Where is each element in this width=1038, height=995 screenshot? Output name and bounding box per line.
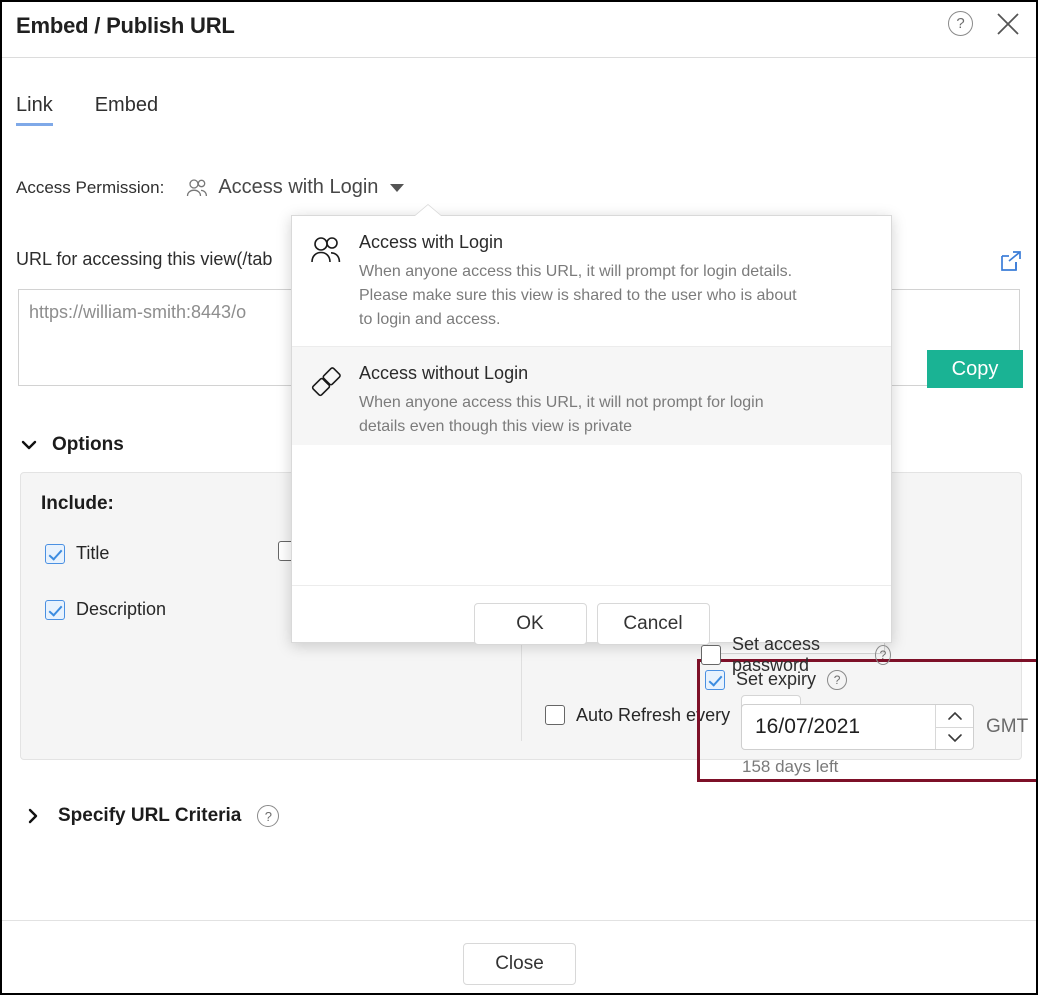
expiry-days-left: 158 days left (742, 757, 839, 776)
copy-button[interactable]: Copy (927, 350, 1023, 388)
set-access-password-label: Set access password (732, 634, 821, 675)
people-icon (186, 178, 209, 197)
dropdown-item-description: When anyone access this URL, it will pro… (359, 263, 797, 328)
help-icon[interactable]: ? (948, 11, 973, 36)
url-section-label: URL for accessing this view(/tab (16, 249, 273, 269)
url-value: https://william-smith:8443/o (29, 302, 247, 322)
expiry-date-spinner (935, 705, 973, 749)
people-icon (310, 236, 343, 269)
ok-button[interactable]: OK (473, 603, 587, 645)
dropdown-pointer (415, 205, 441, 216)
access-permission-dropdown: Access with Login When anyone access thi… (291, 205, 1036, 782)
include-label: Include: (41, 493, 114, 514)
chevron-up-icon[interactable] (936, 705, 973, 727)
expiry-date-input[interactable]: 16/07/2021 (742, 705, 935, 749)
specify-url-criteria-header[interactable]: Specify URL Criteria ? (24, 805, 280, 827)
dropdown-item-title: Access with Login (359, 232, 504, 252)
chevron-down-icon (20, 436, 38, 454)
chevron-right-icon (24, 807, 42, 825)
dropdown-item-access-without-login[interactable]: Access without Login When anyone access … (292, 347, 891, 445)
checkbox-include-title[interactable]: Title (45, 543, 109, 564)
checkbox-label: Description (76, 599, 167, 619)
access-permission-row: Access Permission: Access with Login (16, 176, 405, 199)
close-icon[interactable] (994, 10, 1022, 38)
tab-bar: Link Embed (16, 94, 158, 126)
checkbox-icon[interactable] (45, 599, 65, 620)
checkbox-label: Title (76, 543, 110, 563)
help-icon[interactable]: ? (257, 805, 280, 827)
dropdown-item-title: Access without Login (359, 363, 529, 383)
checkbox-auto-refresh[interactable] (545, 705, 565, 725)
cancel-button[interactable]: Cancel (596, 603, 710, 645)
set-access-password-row[interactable]: Set access password ? (701, 634, 891, 676)
dialog-title: Embed / Publish URL (16, 13, 235, 38)
chevron-down-icon[interactable] (936, 726, 973, 750)
set-expiry-highlight: Set expiry ? 16/07/2021 GMT 158 days lef… (697, 659, 1036, 782)
tab-embed[interactable]: Embed (95, 94, 158, 126)
dialog-titlebar: Embed / Publish URL ? (2, 2, 1036, 58)
dropdown-item-description: When anyone access this URL, it will not… (359, 394, 764, 435)
access-permission-label: Access Permission: (16, 177, 165, 197)
options-section-header[interactable]: Options (20, 434, 124, 456)
expiry-date-wrapper: 16/07/2021 GMT (741, 704, 1028, 750)
checkbox-icon[interactable] (45, 543, 65, 564)
chevron-down-icon[interactable] (390, 183, 405, 192)
checkbox-include-description[interactable]: Description (45, 599, 166, 620)
checkbox-set-access-password[interactable] (701, 645, 721, 665)
help-icon[interactable]: ? (875, 645, 891, 665)
options-title: Options (52, 434, 124, 455)
expiry-timezone-label: GMT (986, 716, 1029, 737)
tab-link[interactable]: Link (16, 94, 53, 126)
external-link-icon[interactable] (1000, 250, 1022, 272)
footer-divider (2, 920, 1036, 921)
expiry-date-field[interactable]: 16/07/2021 (741, 704, 974, 750)
specify-url-criteria-label: Specify URL Criteria (58, 805, 242, 826)
close-button[interactable]: Close (463, 943, 576, 985)
access-permission-value[interactable]: Access with Login (218, 176, 378, 199)
broken-link-icon (310, 367, 343, 400)
dropdown-item-access-with-login[interactable]: Access with Login When anyone access thi… (292, 216, 891, 347)
embed-publish-url-dialog: Embed / Publish URL ? Link Embed Access … (0, 0, 1038, 995)
